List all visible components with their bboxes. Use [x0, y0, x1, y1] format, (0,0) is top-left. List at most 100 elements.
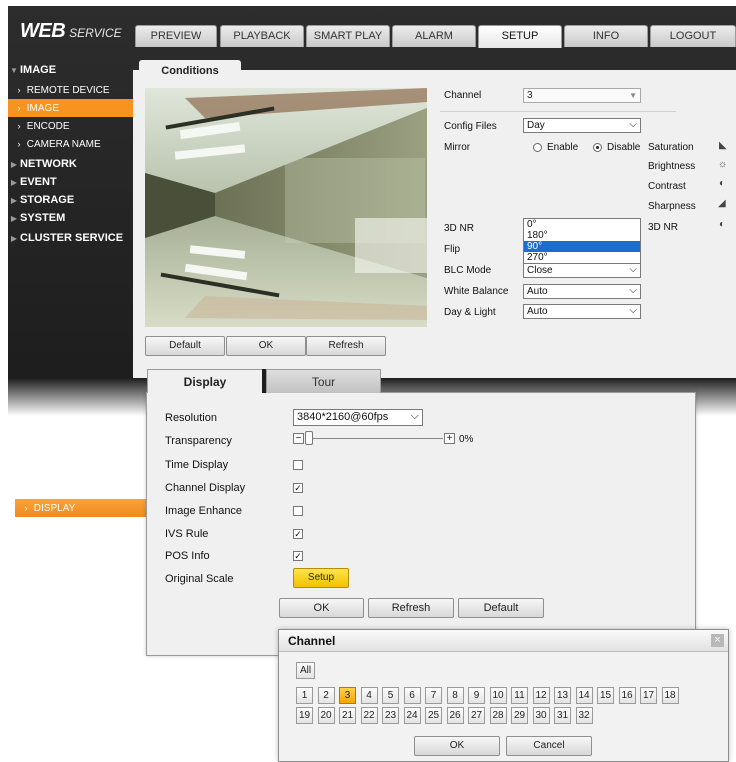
- channel-button-9[interactable]: 9: [468, 687, 485, 704]
- tab-tour[interactable]: Tour: [266, 369, 381, 393]
- channel-button-17[interactable]: 17: [640, 687, 657, 704]
- sidebar-section-event[interactable]: ▶ EVENT: [8, 173, 133, 191]
- channel-button-15[interactable]: 15: [597, 687, 614, 704]
- channel-button-23[interactable]: 23: [382, 707, 399, 724]
- expanded-triangle-icon: ▼: [10, 66, 18, 75]
- nav-tab-playback[interactable]: PLAYBACK: [220, 25, 304, 47]
- sidebar-section-network[interactable]: ▶ NETWORK: [8, 155, 133, 173]
- channel-display-checkbox[interactable]: ✓: [293, 483, 303, 493]
- white-balance-select[interactable]: Auto ⌵: [523, 284, 641, 299]
- nav-tab-smart-play[interactable]: SMART PLAY: [306, 25, 390, 47]
- channel-button-27[interactable]: 27: [468, 707, 485, 724]
- 3d-nr-label: 3D NR: [648, 222, 679, 233]
- sidebar-item-encode[interactable]: › ENCODE: [8, 117, 133, 135]
- sidebar-item-remote-device[interactable]: › REMOTE DEVICE: [8, 81, 133, 99]
- nr-label: 3D NR: [444, 223, 475, 234]
- flip-option[interactable]: 180°: [524, 230, 640, 241]
- flip-option[interactable]: 270°: [524, 252, 640, 263]
- nav-tab-alarm[interactable]: ALARM: [392, 25, 476, 47]
- transparency-slider-handle[interactable]: [305, 431, 313, 445]
- channel-button-2[interactable]: 2: [317, 687, 335, 704]
- dialog-cancel-button[interactable]: Cancel: [506, 736, 592, 756]
- sidebar-section-storage[interactable]: ▶ STORAGE: [8, 191, 133, 209]
- nav-tab-logout[interactable]: LOGOUT: [650, 25, 736, 47]
- mirror-disable-radio[interactable]: [593, 143, 602, 152]
- transparency-slider-track[interactable]: [305, 438, 443, 439]
- channel-button-24[interactable]: 24: [403, 707, 421, 724]
- flip-option[interactable]: 0°: [524, 219, 640, 230]
- pos-info-checkbox[interactable]: ✓: [293, 551, 303, 561]
- chevron-right-icon: ›: [17, 121, 21, 131]
- close-icon: ×: [714, 634, 721, 646]
- display-default-button[interactable]: Default: [458, 598, 544, 618]
- sidebar-item-image[interactable]: › IMAGE: [8, 99, 133, 117]
- channel-button-25[interactable]: 25: [425, 707, 442, 724]
- transparency-decrease-button[interactable]: −: [293, 433, 304, 444]
- sidebar-section-image[interactable]: ▼ IMAGE: [8, 61, 133, 79]
- channel-button-11[interactable]: 11: [511, 687, 528, 704]
- ivs-rule-checkbox[interactable]: ✓: [293, 529, 303, 539]
- sidebar-section-cluster-service[interactable]: ▶ CLUSTER SERVICE: [8, 229, 133, 247]
- collapsed-triangle-icon: ▶: [10, 196, 18, 205]
- resolution-select[interactable]: 3840*2160@60fps ⌵: [293, 409, 423, 426]
- nav-tab-info[interactable]: INFO: [564, 25, 648, 47]
- sidebar-section-system[interactable]: ▶ SYSTEM: [8, 209, 133, 227]
- channel-button-8[interactable]: 8: [446, 687, 464, 704]
- display-refresh-button[interactable]: Refresh: [368, 598, 454, 618]
- tab-conditions[interactable]: Conditions: [139, 60, 241, 82]
- channel-button-4[interactable]: 4: [360, 687, 378, 704]
- display-ok-button[interactable]: OK: [279, 598, 364, 618]
- ok-button[interactable]: OK: [226, 336, 306, 356]
- flip-option[interactable]: 90°: [524, 241, 640, 252]
- channel-button-26[interactable]: 26: [446, 707, 464, 724]
- channel-button-30[interactable]: 30: [532, 707, 550, 724]
- channel-button-12[interactable]: 12: [532, 687, 550, 704]
- refresh-button[interactable]: Refresh: [306, 336, 386, 356]
- transparency-value: 0%: [459, 434, 474, 445]
- logo-main: WEB: [20, 20, 66, 42]
- channel-button-28[interactable]: 28: [489, 707, 507, 724]
- channel-select-value: 3: [527, 90, 533, 101]
- sidebar-item-label: DISPLAY: [33, 503, 76, 514]
- pos-info-label: POS Info: [165, 550, 210, 562]
- mirror-enable-radio[interactable]: [533, 143, 542, 152]
- default-button[interactable]: Default: [145, 336, 225, 356]
- channel-select[interactable]: 3 ▼: [523, 88, 641, 103]
- flip-dropdown-list[interactable]: 0° 180° 90° 270°: [523, 218, 641, 264]
- channel-button-5[interactable]: 5: [382, 687, 399, 704]
- nav-tab-setup[interactable]: SETUP: [478, 25, 562, 48]
- channel-button-10[interactable]: 10: [489, 687, 507, 704]
- transparency-increase-button[interactable]: +: [444, 433, 455, 444]
- channel-button-29[interactable]: 29: [511, 707, 528, 724]
- channel-button-3[interactable]: 3: [339, 687, 356, 704]
- channel-button-18[interactable]: 18: [661, 687, 679, 704]
- channel-button-22[interactable]: 22: [360, 707, 378, 724]
- channel-all-button[interactable]: All: [296, 662, 315, 679]
- setup-button[interactable]: Setup: [293, 568, 349, 588]
- channel-button-16[interactable]: 16: [618, 687, 636, 704]
- channel-button-14[interactable]: 14: [575, 687, 593, 704]
- channel-button-19[interactable]: 19: [296, 707, 313, 724]
- nav-tab-preview[interactable]: PREVIEW: [135, 25, 217, 47]
- channel-button-20[interactable]: 20: [317, 707, 335, 724]
- chevron-down-icon: ⌵: [629, 285, 637, 296]
- time-display-checkbox[interactable]: [293, 460, 303, 470]
- channel-button-6[interactable]: 6: [403, 687, 421, 704]
- config-files-label: Config Files: [444, 121, 497, 132]
- sidebar-item-camera-name[interactable]: › CAMERA NAME: [8, 135, 133, 153]
- config-files-select[interactable]: Day ⌵: [523, 118, 641, 133]
- divider: [440, 111, 676, 112]
- channel-button-13[interactable]: 13: [554, 687, 571, 704]
- channel-button-32[interactable]: 32: [575, 707, 593, 724]
- blc-mode-select[interactable]: Close ⌵: [523, 263, 641, 278]
- dialog-close-button[interactable]: ×: [711, 634, 724, 647]
- dialog-ok-button[interactable]: OK: [414, 736, 500, 756]
- channel-button-21[interactable]: 21: [339, 707, 356, 724]
- image-enhance-checkbox[interactable]: [293, 506, 303, 516]
- tab-display[interactable]: Display: [147, 369, 263, 393]
- day-light-select[interactable]: Auto ⌵: [523, 304, 641, 319]
- channel-button-1[interactable]: 1: [296, 687, 313, 704]
- channel-button-31[interactable]: 31: [554, 707, 571, 724]
- sidebar-item-display[interactable]: › DISPLAY: [15, 499, 146, 517]
- channel-button-7[interactable]: 7: [425, 687, 442, 704]
